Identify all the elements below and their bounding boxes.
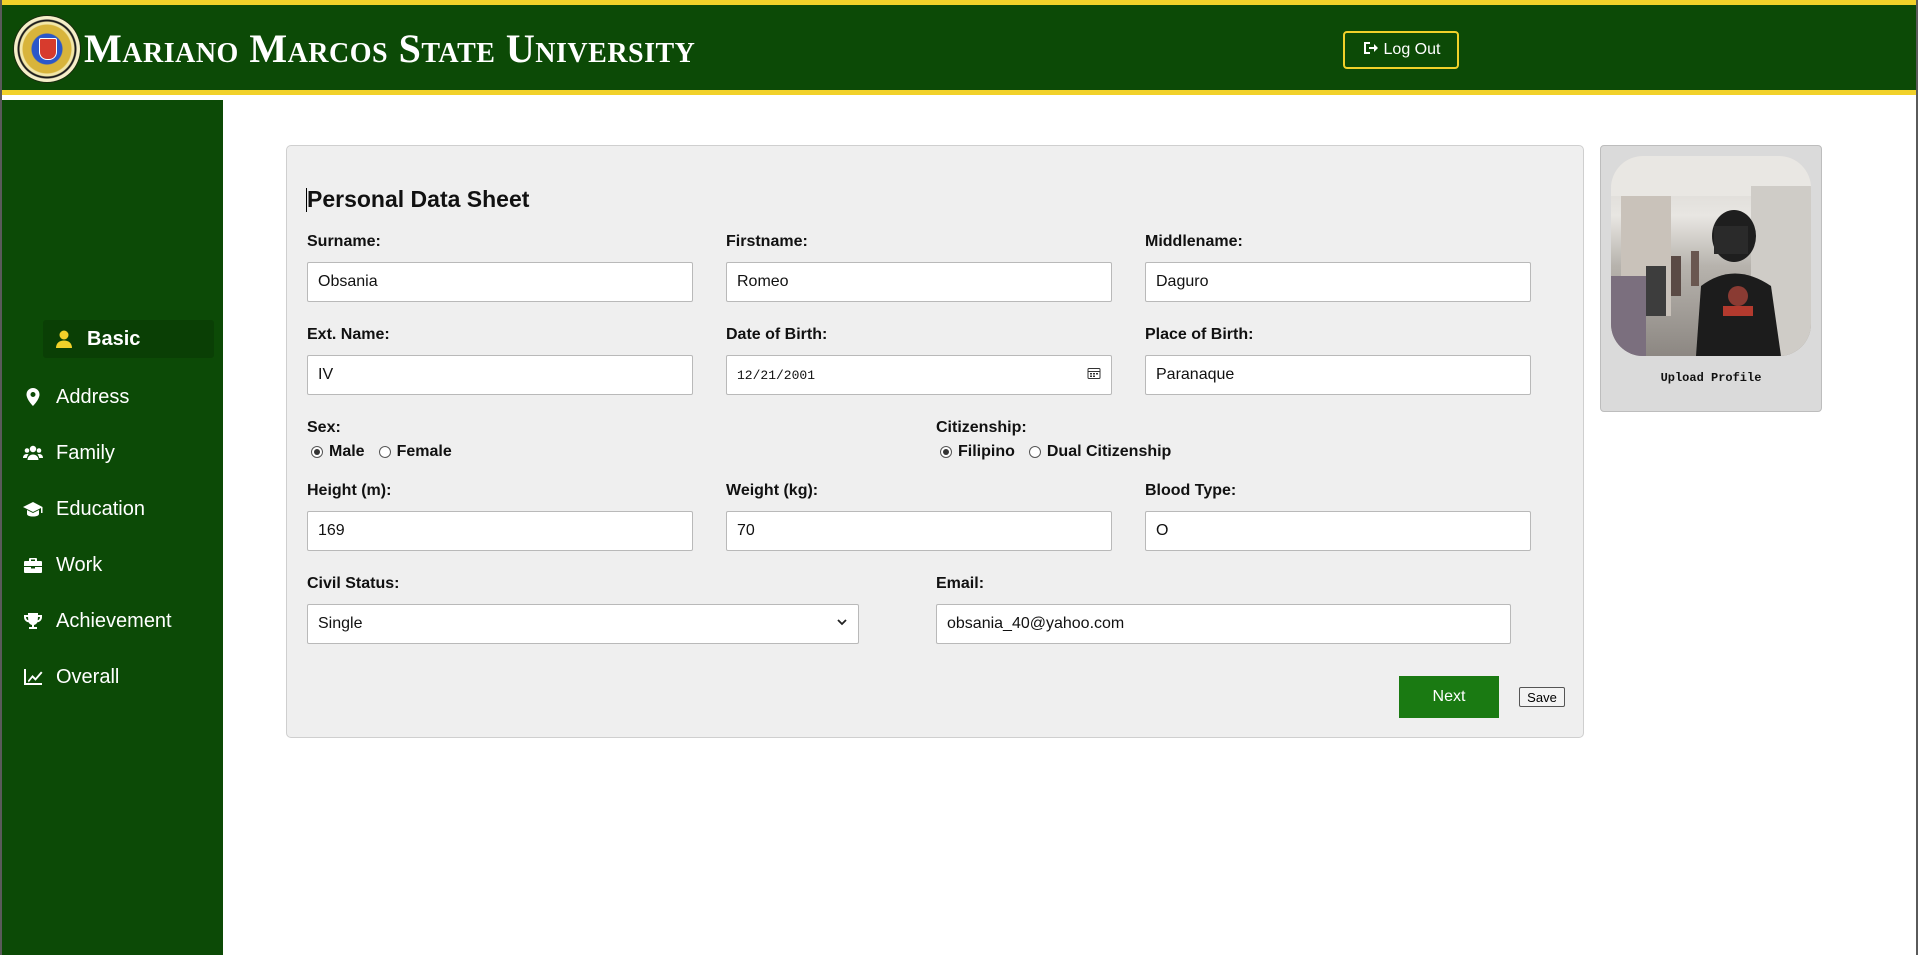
save-button[interactable]: Save xyxy=(1519,687,1565,707)
line-chart-icon xyxy=(22,666,44,688)
university-seal-logo xyxy=(14,16,80,82)
sidebar-item-education[interactable]: Education xyxy=(22,490,212,528)
citizenship-dual-label: Dual Citizenship xyxy=(1046,443,1172,460)
blood-type-value: O xyxy=(1156,522,1169,539)
sidebar-item-label: Basic xyxy=(87,327,141,350)
ext-name-input[interactable]: IV xyxy=(307,355,693,395)
app-header: Mariano Marcos State University Log Out xyxy=(0,5,1918,95)
email-input[interactable]: obsania_40@yahoo.com xyxy=(936,604,1511,644)
university-name: Mariano Marcos State University xyxy=(84,26,696,71)
email-value: obsania_40@yahoo.com xyxy=(947,615,1125,632)
next-button[interactable]: Next xyxy=(1399,676,1499,718)
dob-label: Date of Birth: xyxy=(726,326,828,343)
form-title: Personal Data Sheet xyxy=(307,186,530,212)
middlename-value: Daguro xyxy=(1156,273,1209,290)
sidebar-item-label: Education xyxy=(56,497,145,520)
dob-input[interactable]: 12/21/2001 xyxy=(726,355,1112,395)
sidebar-item-work[interactable]: Work xyxy=(22,546,212,584)
weight-label: Weight (kg): xyxy=(726,482,819,499)
middlename-label: Middlename: xyxy=(1145,233,1243,250)
profile-photo-card: Upload Profile xyxy=(1600,145,1822,412)
users-icon xyxy=(22,442,44,464)
calendar-icon[interactable] xyxy=(1087,366,1101,384)
sidebar-item-family[interactable]: Family xyxy=(22,434,212,472)
sex-female-radio[interactable] xyxy=(378,446,391,458)
upload-profile-label[interactable]: Upload Profile xyxy=(1601,371,1821,385)
trophy-icon xyxy=(22,610,44,632)
citizenship-radio-group: Filipino Dual Citizenship xyxy=(940,443,1171,461)
window-border-left xyxy=(0,0,2,955)
firstname-value: Romeo xyxy=(737,273,789,290)
logout-icon xyxy=(1362,40,1378,61)
surname-input[interactable]: Obsania xyxy=(307,262,693,302)
height-value: 169 xyxy=(318,522,345,539)
sex-male-radio[interactable] xyxy=(311,446,323,458)
profile-photo[interactable] xyxy=(1611,156,1811,356)
citizenship-dual-radio[interactable] xyxy=(1028,446,1041,458)
sidebar-item-label: Achievement xyxy=(56,609,172,632)
surname-label: Surname: xyxy=(307,233,381,250)
sidebar-item-basic[interactable]: Basic xyxy=(43,320,214,358)
sidebar: Basic Address Family Education Work Achi… xyxy=(2,100,223,955)
sex-label: Sex: xyxy=(307,419,341,436)
sidebar-item-overall[interactable]: Overall xyxy=(22,658,212,696)
firstname-label: Firstname: xyxy=(726,233,808,250)
pob-label: Place of Birth: xyxy=(1145,326,1254,343)
civil-status-label: Civil Status: xyxy=(307,575,400,592)
height-label: Height (m): xyxy=(307,482,392,499)
weight-value: 70 xyxy=(737,522,755,539)
sidebar-item-label: Overall xyxy=(56,665,120,688)
pob-input[interactable]: Paranaque xyxy=(1145,355,1531,395)
sidebar-item-address[interactable]: Address xyxy=(22,378,212,416)
weight-input[interactable]: 70 xyxy=(726,511,1112,551)
citizenship-filipino-radio[interactable] xyxy=(940,446,952,458)
email-label: Email: xyxy=(936,575,985,592)
chevron-down-icon xyxy=(836,615,848,633)
sex-male-label: Male xyxy=(329,443,365,460)
graduation-cap-icon xyxy=(22,498,44,520)
civil-status-select[interactable]: Single xyxy=(307,604,859,644)
ext-name-label: Ext. Name: xyxy=(307,326,390,343)
blood-type-label: Blood Type: xyxy=(1145,482,1237,499)
dob-value: 12/21/2001 xyxy=(737,367,816,383)
surname-value: Obsania xyxy=(318,273,378,290)
citizenship-label: Citizenship: xyxy=(936,419,1027,436)
personal-data-form: Personal Data Sheet Surname: Obsania Fir… xyxy=(286,145,1584,738)
logout-label: Log Out xyxy=(1383,41,1441,58)
firstname-input[interactable]: Romeo xyxy=(726,262,1112,302)
citizenship-filipino-label: Filipino xyxy=(958,443,1015,460)
user-icon xyxy=(53,328,75,350)
middlename-input[interactable]: Daguro xyxy=(1145,262,1531,302)
sidebar-item-label: Family xyxy=(56,441,115,464)
logout-button[interactable]: Log Out xyxy=(1343,31,1459,69)
sidebar-item-label: Work xyxy=(56,553,103,576)
ext-name-value: IV xyxy=(318,366,334,383)
sidebar-item-achievement[interactable]: Achievement xyxy=(22,602,212,640)
sex-radio-group: Male Female xyxy=(311,443,452,461)
sidebar-item-label: Address xyxy=(56,385,130,408)
sex-female-label: Female xyxy=(396,443,452,460)
civil-status-value: Single xyxy=(318,615,363,632)
map-pin-icon xyxy=(22,386,44,408)
pob-value: Paranaque xyxy=(1156,366,1235,383)
height-input[interactable]: 169 xyxy=(307,511,693,551)
blood-type-input[interactable]: O xyxy=(1145,511,1531,551)
briefcase-icon xyxy=(22,554,44,576)
